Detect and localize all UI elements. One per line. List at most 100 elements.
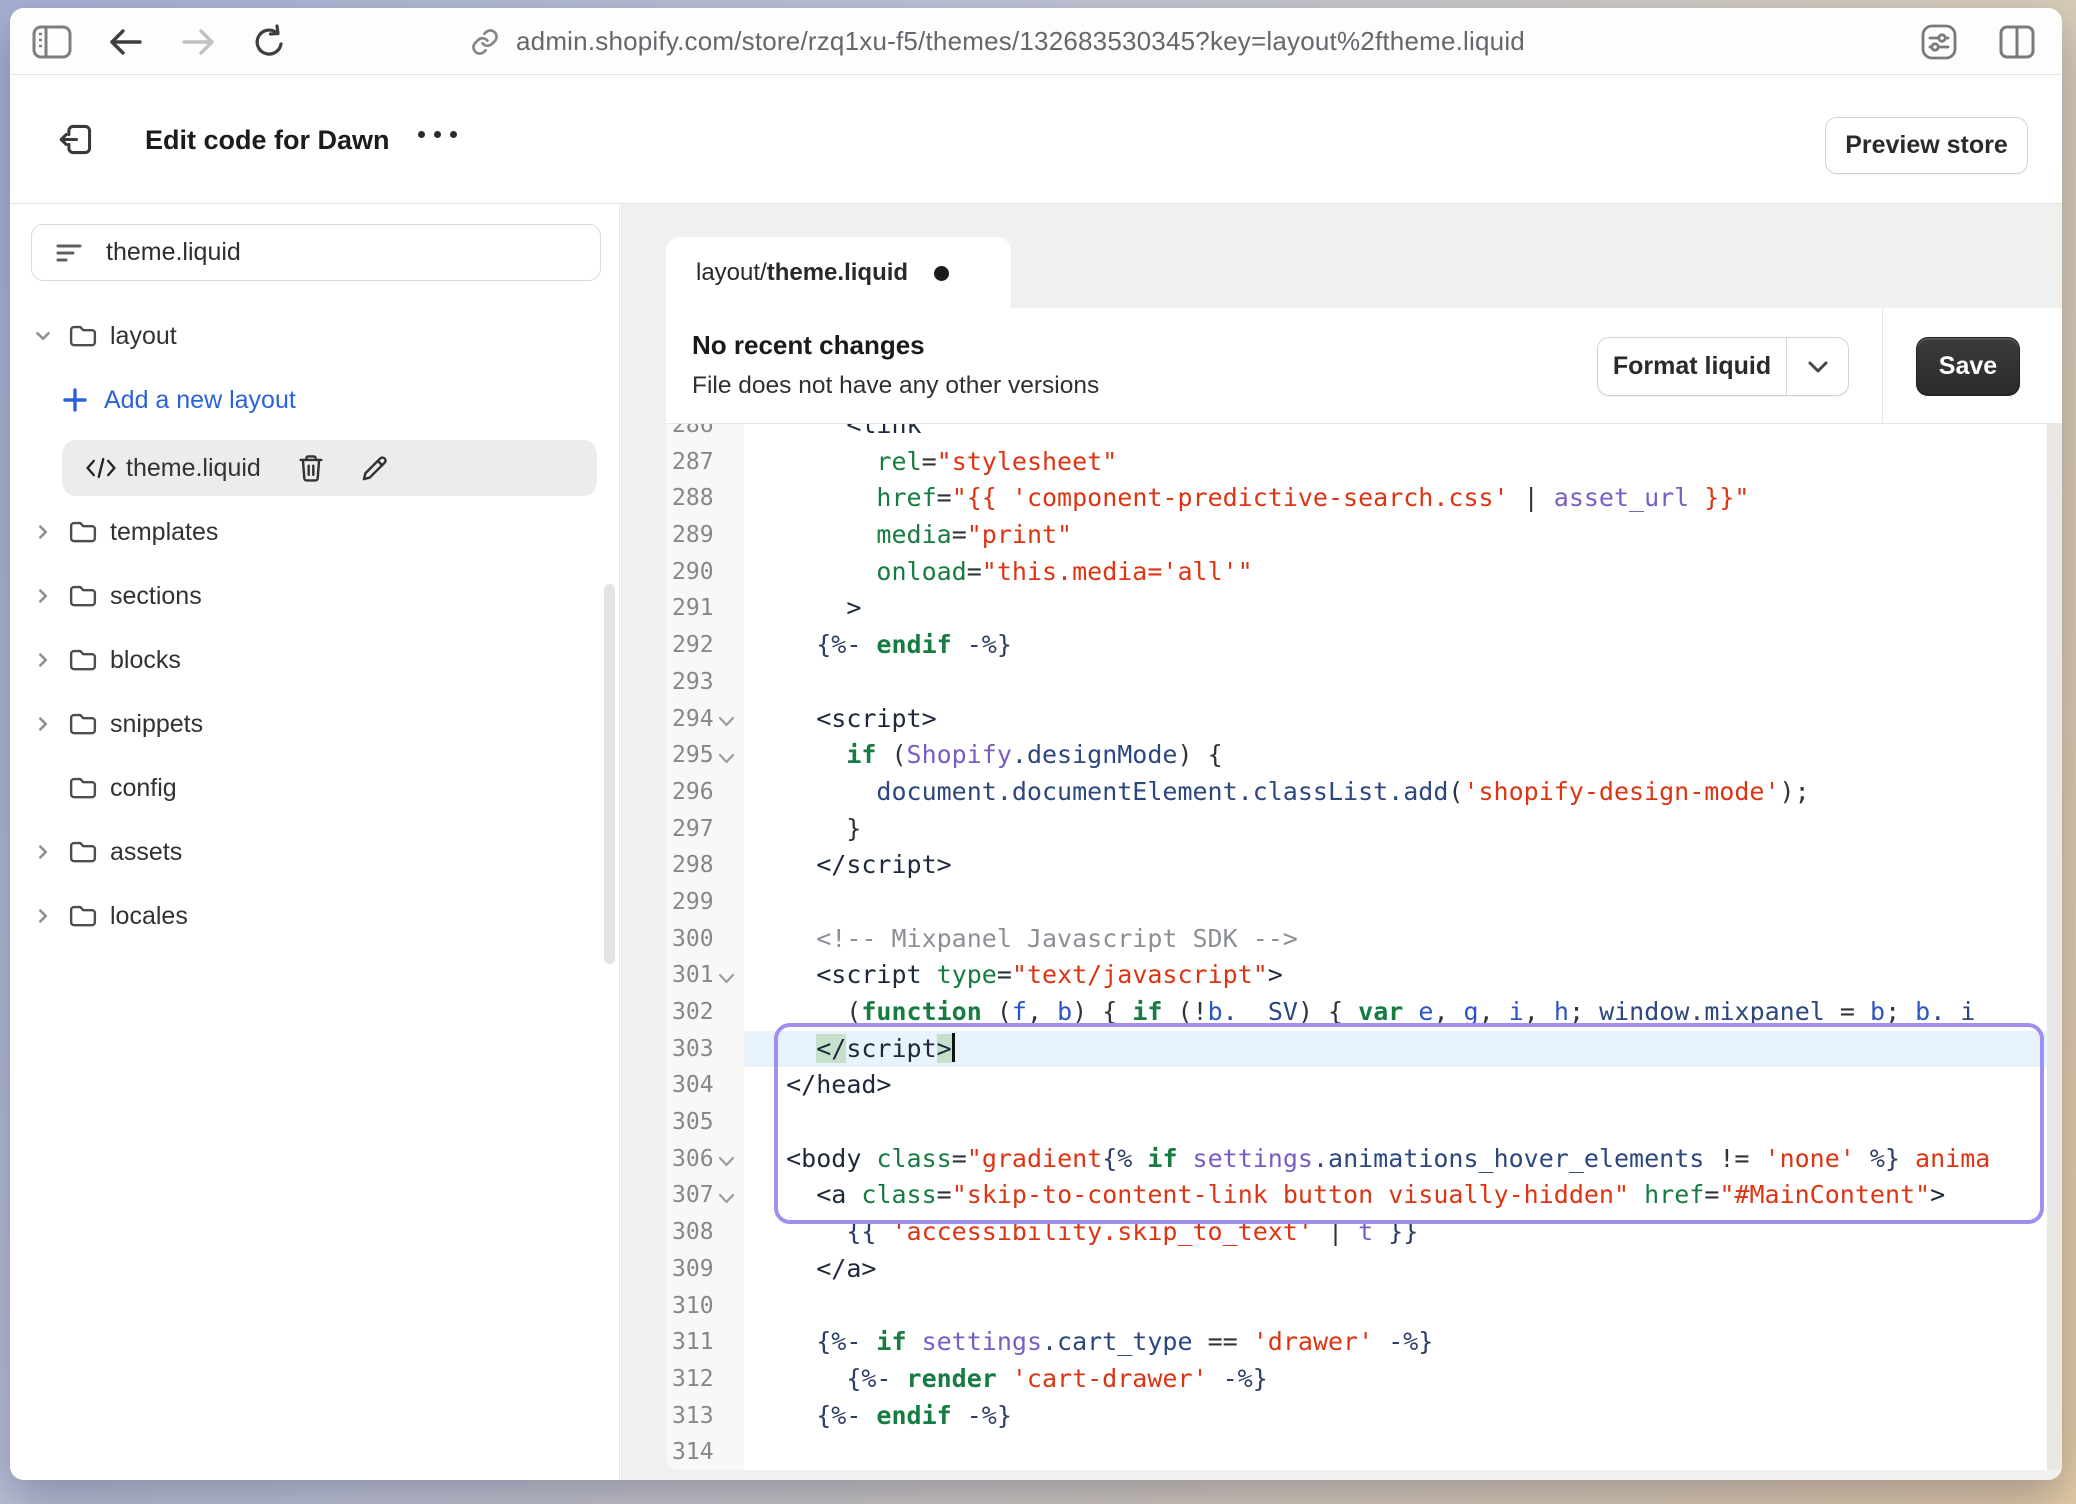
code-text[interactable]: <!-- Mixpanel Javascript SDK --> — [744, 921, 2047, 958]
code-line-312[interactable]: 312 {%- render 'cart-drawer' -%} — [666, 1361, 2047, 1398]
url-field[interactable]: admin.shopify.com/store/rzq1xu-f5/themes… — [470, 8, 1525, 75]
code-text[interactable] — [744, 884, 2047, 921]
code-line-290[interactable]: 290 onload="this.media='all'" — [666, 554, 2047, 591]
code-text[interactable]: onload="this.media='all'" — [744, 554, 2047, 591]
code-line-305[interactable]: 305 — [666, 1104, 2047, 1141]
code-line-310[interactable]: 310 — [666, 1288, 2047, 1325]
chevron-right-icon[interactable] — [32, 649, 68, 671]
code-text[interactable]: </head> — [744, 1067, 2047, 1104]
sidebar-toggle-icon[interactable] — [32, 25, 72, 59]
reload-icon[interactable] — [252, 24, 286, 60]
format-options-chevron[interactable] — [1786, 338, 1848, 395]
code-lines[interactable]: 286 <link287 rel="stylesheet"288 href="{… — [666, 424, 2047, 1470]
code-line-295[interactable]: 295 if (Shopify.designMode) { — [666, 737, 2047, 774]
code-line-306[interactable]: 306 <body class="gradient{% if settings.… — [666, 1141, 2047, 1178]
split-view-icon[interactable] — [1998, 25, 2036, 59]
code-text[interactable]: {%- if settings.cart_type == 'drawer' -%… — [744, 1324, 2047, 1361]
code-line-307[interactable]: 307 <a class="skip-to-content-link butto… — [666, 1177, 2047, 1214]
sidebar-item-layout[interactable]: layout — [32, 312, 597, 360]
code-text[interactable]: document.documentElement.classList.add('… — [744, 774, 2047, 811]
sidebar-item-theme-liquid[interactable]: theme.liquid — [62, 440, 597, 496]
code-text[interactable]: > — [744, 590, 2047, 627]
code-text[interactable]: } — [744, 811, 2047, 848]
code-text[interactable]: <link — [744, 424, 2047, 444]
back-icon[interactable] — [108, 27, 144, 57]
sidebar-item-sections[interactable]: sections — [32, 572, 597, 620]
exit-editor-icon[interactable] — [58, 121, 95, 158]
code-text[interactable]: media="print" — [744, 517, 2047, 554]
chevron-right-icon[interactable] — [32, 521, 68, 543]
code-line-291[interactable]: 291 > — [666, 590, 2047, 627]
code-text[interactable]: rel="stylesheet" — [744, 444, 2047, 481]
code-line-297[interactable]: 297 } — [666, 811, 2047, 848]
code-text[interactable]: <script> — [744, 701, 2047, 738]
code-line-309[interactable]: 309 </a> — [666, 1251, 2047, 1288]
code-line-289[interactable]: 289 media="print" — [666, 517, 2047, 554]
code-line-298[interactable]: 298 </script> — [666, 847, 2047, 884]
chevron-right-icon[interactable] — [32, 905, 68, 927]
fold-chevron-icon[interactable] — [718, 701, 738, 738]
code-line-300[interactable]: 300 <!-- Mixpanel Javascript SDK --> — [666, 921, 2047, 958]
code-text[interactable]: <a class="skip-to-content-link button vi… — [744, 1177, 2047, 1214]
sidebar-item-locales[interactable]: locales — [32, 892, 597, 940]
code-text[interactable]: {%- render 'cart-drawer' -%} — [744, 1361, 2047, 1398]
chevron-down-icon[interactable] — [32, 325, 68, 347]
more-actions-icon[interactable] — [418, 131, 457, 138]
chevron-right-icon[interactable] — [32, 713, 68, 735]
code-line-302[interactable]: 302 (function (f, b) { if (!b.__SV) { va… — [666, 994, 2047, 1031]
tab-theme-liquid[interactable]: layout/theme.liquid — [666, 237, 1011, 309]
sidebar-scrollbar[interactable] — [604, 584, 615, 964]
code-text[interactable]: href="{{ 'component-predictive-search.cs… — [744, 480, 2047, 517]
code-text[interactable]: {%- endif -%} — [744, 1398, 2047, 1435]
sidebar-item-assets[interactable]: assets — [32, 828, 597, 876]
code-text[interactable]: </script> — [744, 847, 2047, 884]
preview-store-button[interactable]: Preview store — [1825, 117, 2028, 174]
code-text[interactable]: </script> — [744, 1031, 2047, 1068]
sidebar-item-add-a-new-layout[interactable]: Add a new layout — [62, 376, 597, 424]
code-line-288[interactable]: 288 href="{{ 'component-predictive-searc… — [666, 480, 2047, 517]
code-text[interactable]: <body class="gradient{% if settings.anim… — [744, 1141, 2047, 1178]
code-line-308[interactable]: 308 {{ 'accessibility.skip_to_text' | t … — [666, 1214, 2047, 1251]
code-text[interactable] — [744, 1104, 2047, 1141]
code-text[interactable] — [744, 1288, 2047, 1325]
save-button[interactable]: Save — [1916, 337, 2020, 396]
code-line-294[interactable]: 294 <script> — [666, 701, 2047, 738]
chevron-right-icon[interactable] — [32, 841, 68, 863]
page-settings-icon[interactable] — [1920, 23, 1958, 61]
sidebar-item-config[interactable]: config — [32, 764, 597, 812]
code-line-303[interactable]: 303 </script> — [666, 1031, 2047, 1068]
fold-chevron-icon[interactable] — [718, 957, 738, 994]
code-line-292[interactable]: 292 {%- endif -%} — [666, 627, 2047, 664]
code-text[interactable]: </a> — [744, 1251, 2047, 1288]
format-liquid-button[interactable]: Format liquid — [1597, 337, 1849, 396]
editor-scrollbar[interactable] — [2047, 424, 2062, 1470]
code-editor[interactable]: 286 <link287 rel="stylesheet"288 href="{… — [666, 424, 2062, 1470]
code-text[interactable]: <script type="text/javascript"> — [744, 957, 2047, 994]
code-line-299[interactable]: 299 — [666, 884, 2047, 921]
code-line-314[interactable]: 314 — [666, 1434, 2047, 1470]
fold-chevron-icon[interactable] — [718, 1177, 738, 1214]
sidebar-item-templates[interactable]: templates — [32, 508, 597, 556]
code-text[interactable]: {{ 'accessibility.skip_to_text' | t }} — [744, 1214, 2047, 1251]
sidebar-item-blocks[interactable]: blocks — [32, 636, 597, 684]
code-line-286[interactable]: 286 <link — [666, 424, 2047, 444]
trash-icon[interactable] — [297, 453, 325, 483]
code-line-311[interactable]: 311 {%- if settings.cart_type == 'drawer… — [666, 1324, 2047, 1361]
pencil-icon[interactable] — [361, 454, 389, 482]
code-line-313[interactable]: 313 {%- endif -%} — [666, 1398, 2047, 1435]
chevron-right-icon[interactable] — [32, 585, 68, 607]
code-line-304[interactable]: 304 </head> — [666, 1067, 2047, 1104]
code-line-287[interactable]: 287 rel="stylesheet" — [666, 444, 2047, 481]
code-text[interactable]: (function (f, b) { if (!b.__SV) { var e,… — [744, 994, 2047, 1031]
code-line-301[interactable]: 301 <script type="text/javascript"> — [666, 957, 2047, 994]
code-line-296[interactable]: 296 document.documentElement.classList.a… — [666, 774, 2047, 811]
code-text[interactable]: if (Shopify.designMode) { — [744, 737, 2047, 774]
code-text[interactable] — [744, 1434, 2047, 1470]
code-text[interactable] — [744, 664, 2047, 701]
code-line-293[interactable]: 293 — [666, 664, 2047, 701]
fold-chevron-icon[interactable] — [718, 737, 738, 774]
fold-chevron-icon[interactable] — [718, 1141, 738, 1178]
file-filter-input[interactable]: theme.liquid — [31, 224, 601, 281]
code-text[interactable]: {%- endif -%} — [744, 627, 2047, 664]
sidebar-item-snippets[interactable]: snippets — [32, 700, 597, 748]
